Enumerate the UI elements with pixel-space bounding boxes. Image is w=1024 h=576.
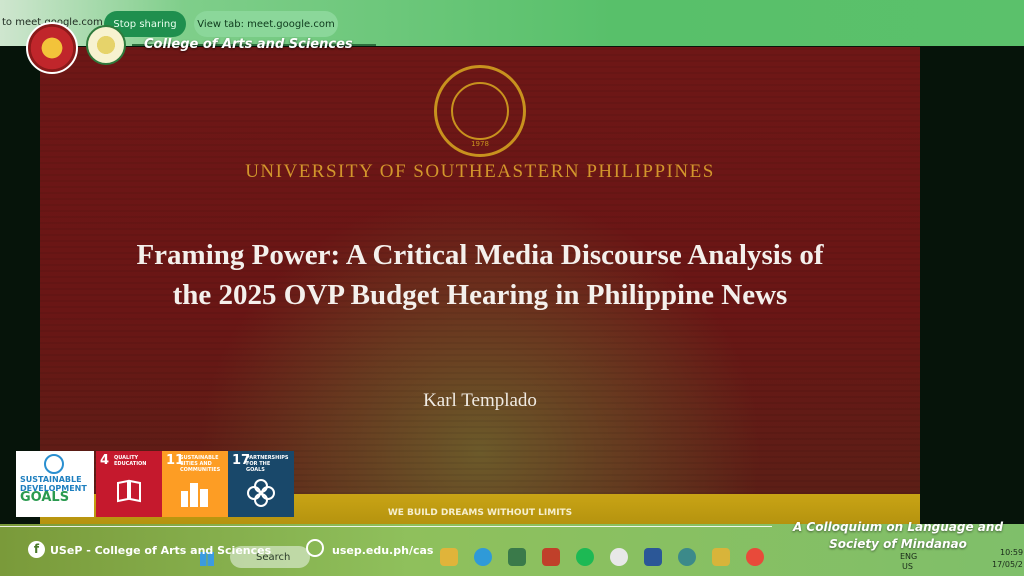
colloquium-line-1: A Colloquium on Language and: [792, 520, 1004, 534]
store-icon[interactable]: [508, 548, 526, 566]
usep-logo: [26, 22, 78, 74]
colloquium-title: A Colloquium on Language and Society of …: [780, 519, 1016, 553]
seal-year: 1978: [471, 140, 489, 148]
sdg-goal-11-tile: 11 SUSTAINABLE CITIES AND COMMUNITIES: [162, 451, 228, 517]
website-text: usep.edu.ph/cas: [332, 544, 434, 557]
title-line-1: Framing Power: A Critical Media Discours…: [136, 239, 824, 271]
sdg-tiles: SUSTAINABLE DEVELOPMENT GOALS 4 QUALITY …: [16, 451, 294, 517]
partnership-flower-icon: [247, 479, 275, 507]
clock-time[interactable]: 10:59: [1000, 548, 1023, 557]
sdg-goal-number: 4: [100, 453, 110, 468]
language-indicator-top[interactable]: ENG: [900, 552, 917, 561]
colloquium-line-2: Society of Mindanao: [829, 537, 967, 551]
sdg-main-line-1: SUSTAINABLE: [20, 475, 82, 484]
chrome-icon[interactable]: [610, 548, 628, 566]
facebook-icon: f: [28, 541, 45, 558]
language-indicator-bottom[interactable]: US: [902, 562, 913, 571]
presentation-title: Framing Power: A Critical Media Discours…: [80, 235, 880, 315]
facebook-page-text: USeP - College of Arts and Sciences: [50, 544, 272, 557]
university-name: UNIVERSITY OF SOUTHEASTERN PHILIPPINES: [245, 161, 715, 182]
file-explorer-icon[interactable]: [440, 548, 458, 566]
globe-icon: [306, 539, 324, 557]
sdg-goal-label: QUALITY EDUCATION: [114, 455, 147, 467]
city-buildings-icon: [181, 483, 208, 507]
book-icon: [117, 479, 141, 503]
seal-inner-ring: [451, 82, 509, 140]
app-icon[interactable]: [678, 548, 696, 566]
edge-browser-icon[interactable]: [474, 548, 492, 566]
app-icon[interactable]: [712, 548, 730, 566]
sdg-goal-label: SUSTAINABLE CITIES AND COMMUNITIES: [180, 455, 221, 473]
view-tab-button[interactable]: View tab: meet.google.com: [194, 11, 338, 37]
title-line-2: the 2025 OVP Budget Hearing in Philippin…: [172, 279, 788, 311]
spotify-icon[interactable]: [576, 548, 594, 566]
footer-divider: [0, 526, 772, 527]
sdg-goal-17-tile: 17 PARTNERSHIPS FOR THE GOALS: [228, 451, 294, 517]
un-globe-icon: [44, 454, 64, 474]
sdg-main-label: SUSTAINABLE DEVELOPMENT GOALS: [20, 475, 87, 505]
presenter-name: Karl Templado: [423, 390, 537, 411]
word-icon[interactable]: [644, 548, 662, 566]
sdg-goal-4-tile: 4 QUALITY EDUCATION: [96, 451, 162, 517]
sdg-goal-label: PARTNERSHIPS FOR THE GOALS: [246, 455, 289, 473]
sdg-main-tile: SUSTAINABLE DEVELOPMENT GOALS: [16, 451, 94, 517]
sdg-main-line-3: GOALS: [20, 490, 70, 505]
college-title: College of Arts and Sciences: [144, 37, 353, 52]
clock-date[interactable]: 17/05/2: [992, 560, 1023, 569]
chrome-profile-icon[interactable]: [746, 548, 764, 566]
university-seal: 1978: [434, 65, 526, 157]
app-icon[interactable]: [542, 548, 560, 566]
cas-logo: [86, 25, 126, 65]
